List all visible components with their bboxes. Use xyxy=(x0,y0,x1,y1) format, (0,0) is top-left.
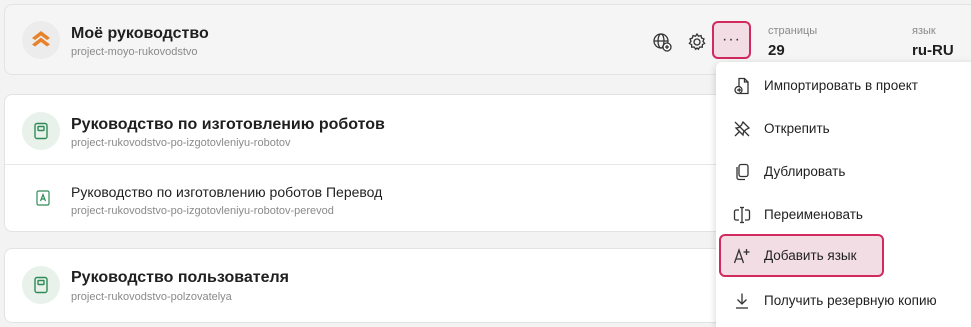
globe-add-icon xyxy=(653,33,672,52)
guide-title[interactable]: Руководство пользователя xyxy=(71,269,289,287)
import-icon xyxy=(733,77,751,95)
add-language-icon xyxy=(733,247,751,265)
menu-item-rename[interactable]: Переименовать xyxy=(716,193,971,236)
menu-item-label: Получить резервную копию xyxy=(764,293,937,308)
translation-slug: project-rukovodstvo-po-izgotovleniyu-rob… xyxy=(71,205,334,217)
more-options-button[interactable]: ··· xyxy=(712,21,751,59)
translation-icon-wrap xyxy=(35,190,51,206)
translation-book-icon xyxy=(36,190,50,206)
translation-title[interactable]: Руководство по изготовлению роботов Пере… xyxy=(71,184,382,200)
pages-label: страницы xyxy=(768,25,818,37)
book-icon xyxy=(34,122,48,140)
project-title: Моё руководство xyxy=(71,25,209,42)
language-value: ru-RU xyxy=(912,42,954,59)
unpin-icon xyxy=(733,120,751,138)
project-logo-icon xyxy=(32,31,50,47)
menu-item-label: Добавить язык xyxy=(764,248,857,263)
project-slug: project-moyo-rukovodstvo xyxy=(71,46,198,58)
download-icon xyxy=(733,292,751,310)
settings-button[interactable] xyxy=(685,30,709,54)
project-avatar xyxy=(22,21,60,59)
more-icon: ··· xyxy=(722,31,741,48)
menu-item-add-language[interactable]: Добавить язык xyxy=(719,234,884,277)
guide-slug: project-rukovodstvo-po-izgotovleniyu-rob… xyxy=(71,137,291,149)
rename-icon xyxy=(733,206,751,224)
menu-item-duplicate[interactable]: Дублировать xyxy=(716,150,971,193)
globe-add-button[interactable] xyxy=(650,30,674,54)
guide-title[interactable]: Руководство по изготовлению роботов xyxy=(71,116,385,134)
guide-avatar xyxy=(22,112,60,150)
language-label: язык xyxy=(912,25,936,37)
pages-count: 29 xyxy=(768,42,785,59)
duplicate-icon xyxy=(733,163,751,181)
guide-slug: project-rukovodstvo-polzovatelya xyxy=(71,291,232,303)
menu-item-import[interactable]: Импортировать в проект xyxy=(716,64,971,107)
menu-item-label: Открепить xyxy=(764,121,830,136)
menu-item-label: Импортировать в проект xyxy=(764,78,918,93)
guide-avatar xyxy=(22,266,60,304)
menu-item-label: Дублировать xyxy=(764,164,846,179)
menu-item-unpin[interactable]: Открепить xyxy=(716,107,971,150)
context-menu: Импортировать в проект Открепить Дублиро… xyxy=(716,62,971,327)
menu-item-backup[interactable]: Получить резервную копию xyxy=(716,279,971,322)
gear-icon xyxy=(688,32,706,51)
book-icon xyxy=(34,276,48,294)
menu-item-label: Переименовать xyxy=(764,207,863,222)
